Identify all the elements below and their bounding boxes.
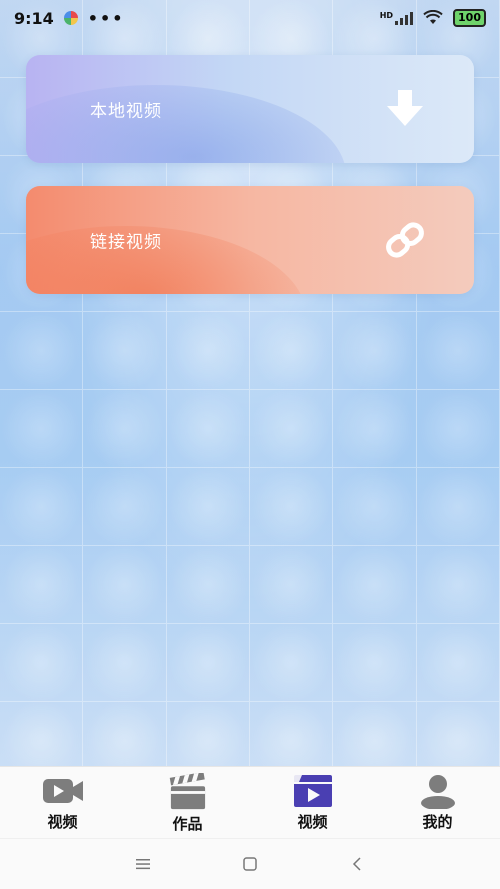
app-notification-icon <box>63 11 78 25</box>
local-video-label: 本地视频 <box>90 101 162 122</box>
tab-video-active[interactable]: 视频 <box>250 767 375 839</box>
bottom-tab-bar: 视频 作品 视频 我的 <box>0 766 500 839</box>
home-nav-button[interactable] <box>240 854 260 874</box>
link-video-card[interactable]: 链接视频 <box>26 186 474 294</box>
status-bar: 9:14 ••• HD 100 <box>0 0 500 36</box>
tab-mine[interactable]: 我的 <box>375 767 500 839</box>
tab-works[interactable]: 作品 <box>125 767 250 839</box>
back-nav-button[interactable] <box>347 854 367 874</box>
video-camera-icon <box>42 779 83 803</box>
video-play-icon <box>293 775 332 807</box>
link-video-label: 链接视频 <box>90 232 162 253</box>
network-type: HD <box>379 11 394 20</box>
tab-video[interactable]: 视频 <box>0 767 125 839</box>
wifi-icon <box>423 10 443 24</box>
user-icon <box>420 775 455 809</box>
tab-works-label: 作品 <box>172 815 203 833</box>
clapperboard-icon <box>169 773 205 810</box>
tab-mine-label: 我的 <box>422 813 453 831</box>
menu-nav-button[interactable] <box>133 854 153 874</box>
link-icon <box>386 222 424 258</box>
status-right: HD 100 <box>380 9 486 27</box>
system-nav-bar <box>0 838 500 889</box>
tab-video-label: 视频 <box>47 813 78 831</box>
menu-icon <box>136 859 151 870</box>
status-left: 9:14 ••• <box>14 9 124 28</box>
more-notifications-icon: ••• <box>87 8 125 28</box>
local-video-card[interactable]: 本地视频 <box>26 55 474 163</box>
download-arrow-icon <box>387 90 423 126</box>
battery-indicator: 100 <box>453 9 486 27</box>
back-chevron-icon <box>352 857 361 871</box>
status-time: 9:14 <box>14 8 54 28</box>
home-square-icon <box>243 857 257 871</box>
tab-video-active-label: 视频 <box>297 813 328 831</box>
signal-icon: HD <box>379 11 414 25</box>
